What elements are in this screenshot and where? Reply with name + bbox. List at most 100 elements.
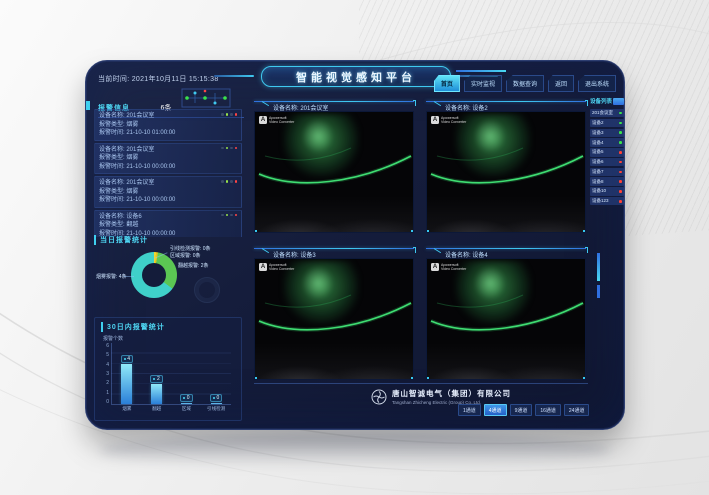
device-name: 设备123 <box>592 198 609 204</box>
device-list-title: 设备列表 <box>590 97 612 105</box>
video-watermark: A Apowersoft Video Converter <box>431 116 466 124</box>
corner-marker-decoration <box>583 230 586 233</box>
x-tick-label: 翻越 <box>152 406 161 412</box>
device-list-toggle-tab[interactable] <box>613 98 624 105</box>
alarm-status-dots <box>221 147 237 150</box>
company-logo-icon <box>371 389 387 405</box>
device-list-item[interactable]: 设备10 <box>590 187 624 195</box>
alarm-list-item[interactable]: 设备名称: 201会议室 报警类型: 烟雾 报警时间: 21-10-10 00:… <box>94 143 242 175</box>
company-branding: 唐山智诚电气（集团）有限公司 Tangshan Zhicheng Electri… <box>326 388 556 405</box>
bar <box>211 403 222 404</box>
video-channel-panel[interactable]: 设备名称: 设备4 A <box>426 244 588 383</box>
company-name-cn: 唐山智诚电气（集团）有限公司 <box>392 388 511 399</box>
watermark-line2: Video Converter <box>441 120 466 124</box>
alarm-list-item[interactable]: 设备名称: 201会议室 报警类型: 烟雾 报警时间: 21-10-10 01:… <box>94 109 242 141</box>
today-stats-title: 当日报警统计 <box>94 235 242 245</box>
device-list-item[interactable]: 设备7 <box>590 168 624 176</box>
bar-value-tag: 2 <box>150 375 162 383</box>
channel-button[interactable]: 9通道 <box>510 404 533 416</box>
nav-button[interactable]: 首页 <box>434 75 460 92</box>
device-list-panel: 设备列表 201会议室 设备2 设备3 <box>590 97 624 207</box>
video-feed[interactable]: A Apowersoft Video Converter <box>254 111 414 233</box>
x-tick-label: 烟雾 <box>122 406 131 412</box>
alarm-list-item[interactable]: 设备名称: 201会议室 报警类型: 烟雾 报警时间: 21-10-10 00:… <box>94 176 242 208</box>
y-tick-label: 4 <box>101 362 109 368</box>
video-header-line-decoration <box>254 248 414 249</box>
nav-topline-decoration <box>456 70 506 72</box>
nav-button[interactable]: 返回 <box>548 75 574 92</box>
watermark-text: Apowersoft Video Converter <box>441 116 466 124</box>
alarm-time: 报警时间: 21-10-10 00:00:00 <box>99 196 237 205</box>
alarm-status-dots <box>221 180 237 183</box>
device-list-item[interactable]: 设备3 <box>590 129 624 137</box>
device-list-item[interactable]: 设备123 <box>590 197 624 205</box>
alarm-list: 设备名称: 201会议室 报警类型: 烟雾 报警时间: 21-10-10 01:… <box>94 109 242 237</box>
device-list-item[interactable]: 设备5 <box>590 148 624 156</box>
side-bar-decoration <box>597 285 600 298</box>
watermark-text: Apowersoft Video Converter <box>269 116 294 124</box>
device-name: 设备2 <box>592 120 604 126</box>
device-status-dot <box>619 190 622 193</box>
pie-label-climb: 翻越报警: 2条 <box>178 262 209 269</box>
device-list-item[interactable]: 设备2 <box>590 119 624 127</box>
monthly-stats-section: 30日内报警统计 报警个数 6543210 4烟雾2翻越0区域0引线检测 <box>94 317 242 421</box>
device-list-item[interactable]: 设备4 <box>590 138 624 146</box>
channel-button[interactable]: 24通道 <box>564 404 590 416</box>
nav-button[interactable]: 实时监视 <box>464 75 502 92</box>
bar-value-tag: 4 <box>121 355 133 363</box>
alarm-type: 报警类型: 烟雾 <box>99 188 237 197</box>
watermark-app-icon: A <box>431 263 439 271</box>
video-feed[interactable]: A Apowersoft Video Converter <box>254 258 414 380</box>
video-bottom-shade <box>427 259 585 379</box>
video-feed[interactable]: A Apowersoft Video Converter <box>426 258 586 380</box>
device-list-item[interactable]: 201会议室 <box>590 109 624 117</box>
video-channel-panel[interactable]: 设备名称: 设备3 A <box>254 244 416 383</box>
video-channel-panel[interactable]: 设备名称: 201会议室 A <box>254 97 416 236</box>
bar-value-tag: 0 <box>180 394 192 402</box>
device-name: 设备7 <box>592 169 604 175</box>
watermark-app-icon: A <box>259 116 267 124</box>
channel-button[interactable]: 4通道 <box>484 404 507 416</box>
video-bottom-shade <box>255 112 413 232</box>
current-time: 当前时间: 2021年10月11日 15:15:38 <box>98 74 219 84</box>
device-list-item[interactable]: 设备8 <box>590 177 624 185</box>
channel-buttons: 1通道 4通道 9通道 16通道 24通道 <box>458 404 589 416</box>
bar-column: 2翻越 <box>145 342 169 404</box>
nav-button[interactable]: 退出系统 <box>578 75 616 92</box>
device-status-dot <box>619 161 622 164</box>
device-list: 201会议室 设备2 设备3 设备4 <box>590 109 624 205</box>
nav-buttons: 首页 实时监视 数据查询 返回 退出系统 <box>434 75 616 92</box>
watermark-line2: Video Converter <box>269 120 294 124</box>
bar <box>181 403 192 404</box>
video-bottom-shade <box>255 259 413 379</box>
alarm-type: 报警类型: 烟雾 <box>99 154 237 163</box>
pie-label-area: 区域报警: 0条 <box>170 252 201 259</box>
device-name: 设备6 <box>592 159 604 165</box>
page-title-text: 智能视觉感知平台 <box>296 69 416 85</box>
device-status-dot <box>619 200 622 203</box>
device-name: 设备5 <box>592 149 604 155</box>
alarm-device-name: 设备名称: 设备6 <box>99 213 237 222</box>
video-grid: 设备名称: 201会议室 A <box>254 97 588 383</box>
device-status-dot <box>619 112 622 115</box>
device-name: 设备8 <box>592 179 604 185</box>
bar-chart-ylabel: 报警个数 <box>103 335 235 342</box>
video-channel-panel[interactable]: 设备名称: 设备2 A <box>426 97 588 236</box>
alarm-list-item[interactable]: 设备名称: 设备6 报警类型: 翻越 报警时间: 21-10-10 00:00:… <box>94 210 242 238</box>
channel-button[interactable]: 16通道 <box>535 404 561 416</box>
watermark-line2: Video Converter <box>269 267 294 271</box>
panel-reflection-decoration <box>100 433 610 467</box>
device-name: 设备10 <box>592 188 606 194</box>
corner-marker-decoration <box>583 377 586 380</box>
device-list-item[interactable]: 设备6 <box>590 158 624 166</box>
x-tick-label: 引线检测 <box>207 406 225 412</box>
bar-column: 0引线检测 <box>204 342 228 404</box>
bar-column: 0区域 <box>174 342 198 404</box>
nav-button[interactable]: 数据查询 <box>506 75 544 92</box>
bar-area: 4烟雾2翻越0区域0引线检测 <box>111 343 231 405</box>
alarm-device-name: 设备名称: 201会议室 <box>99 112 237 121</box>
video-feed[interactable]: A Apowersoft Video Converter <box>426 111 586 233</box>
video-header-line-decoration <box>254 101 414 102</box>
channel-button[interactable]: 1通道 <box>458 404 481 416</box>
alarm-status-dots <box>221 113 237 116</box>
